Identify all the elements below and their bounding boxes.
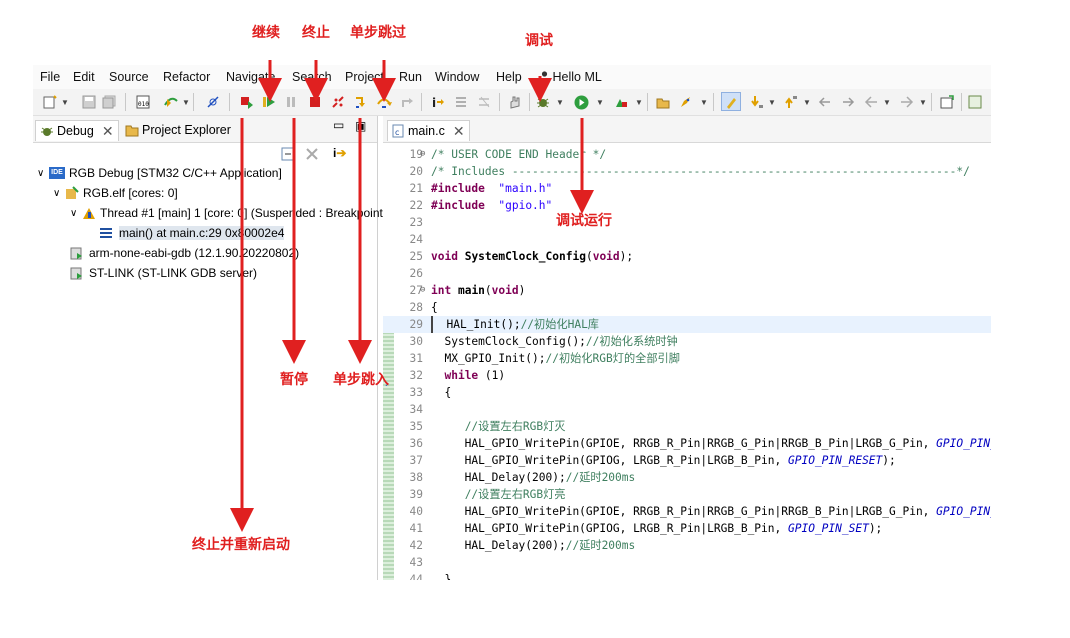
annotation-debug-run: 调试运行	[556, 212, 612, 228]
annotation-resume: 继续	[252, 24, 280, 40]
annotation-debug: 调试	[525, 32, 553, 48]
annotation-suspend: 暂停	[280, 371, 308, 387]
annotation-terminate: 终止	[302, 24, 330, 40]
annotation-terminate-relaunch: 终止并重新启动	[192, 536, 290, 552]
annotation-arrows	[230, 60, 594, 532]
annotation-step-over: 单步跳过	[350, 24, 406, 40]
annotation-step-into: 单步跳入	[333, 371, 389, 387]
